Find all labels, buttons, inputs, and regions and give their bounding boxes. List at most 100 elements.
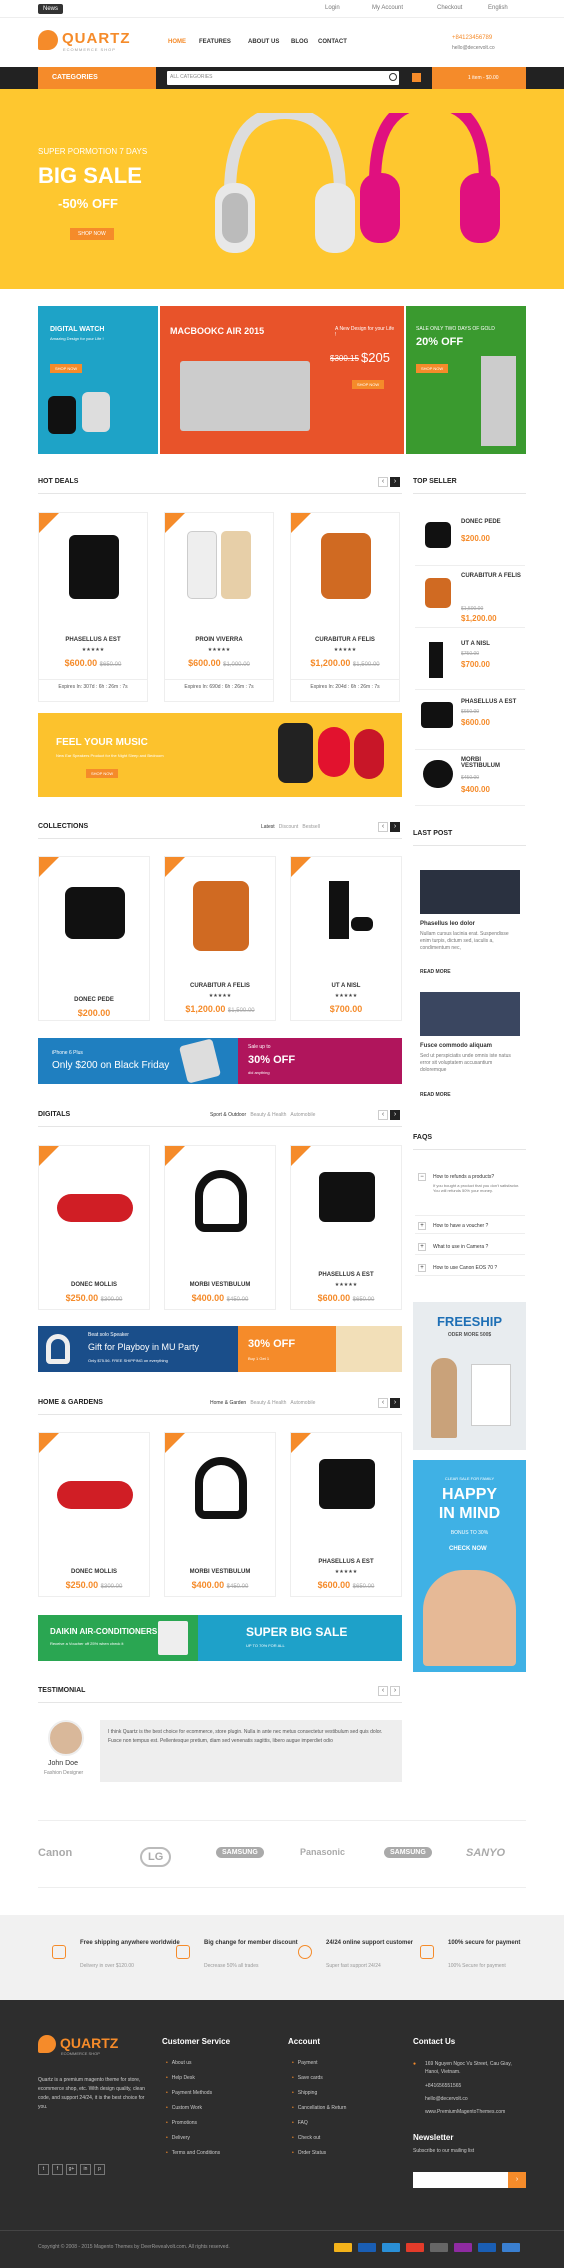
footer-link[interactable]: Payment Methods bbox=[166, 2090, 212, 2096]
my-account-link[interactable]: My Account bbox=[372, 5, 403, 11]
top-seller-item[interactable]: UT A NISL $750.00 $700.00 bbox=[415, 636, 525, 690]
product-name[interactable]: PHASELLUS A EST bbox=[291, 1559, 401, 1565]
tab-auto[interactable]: Automobile bbox=[290, 1400, 315, 1406]
tab-bestsell[interactable]: Bestsell bbox=[302, 824, 320, 830]
product-card[interactable]: DONEC MOLLIS $250.00 $300.00 bbox=[38, 1432, 150, 1597]
faq-item[interactable]: + What to use in Camera ? bbox=[415, 1240, 525, 1255]
footer-link[interactable]: Cancellation & Return bbox=[292, 2105, 347, 2111]
post-image[interactable] bbox=[420, 870, 520, 914]
newsletter-input[interactable] bbox=[413, 2172, 508, 2188]
faq-question[interactable]: What to use in Camera ? bbox=[433, 1244, 488, 1250]
collapse-icon[interactable]: − bbox=[418, 1173, 426, 1181]
product-card[interactable]: DONEC PEDE $200.00 bbox=[38, 856, 150, 1021]
product-card[interactable]: CURABITUR A FELIS ★★★★★ $1,200.00 $1,500… bbox=[290, 512, 400, 702]
product-name[interactable]: MORBI VESTIBULUM bbox=[165, 1282, 275, 1288]
brand-logo[interactable]: SAMSUNG bbox=[216, 1847, 264, 1858]
nav-about-us[interactable]: ABOUT US bbox=[248, 39, 279, 45]
tab-discount[interactable]: Discount bbox=[279, 824, 298, 830]
promo-button[interactable]: SHOP NOW bbox=[50, 364, 83, 373]
linkedin-icon[interactable]: in bbox=[80, 2164, 91, 2175]
product-card[interactable]: CURABITUR A FELIS ★★★★★ $1,200.00 $1,500… bbox=[164, 856, 276, 1021]
tab-latest[interactable]: Latest bbox=[261, 824, 275, 830]
compare-icon[interactable] bbox=[412, 73, 421, 82]
product-card[interactable]: MORBI VESTIBULUM $400.00 $450.00 bbox=[164, 1432, 276, 1597]
footer-logo[interactable]: QUARTZ bbox=[60, 2035, 118, 2051]
faq-question[interactable]: How to refunds a products? bbox=[433, 1174, 525, 1180]
product-name[interactable]: PHASELLUS A EST bbox=[461, 699, 521, 705]
faq-question[interactable]: How to use Canon EOS 70 ? bbox=[433, 1265, 497, 1271]
post-title[interactable]: Phasellus leo dolor bbox=[420, 921, 475, 927]
next-arrow[interactable]: › bbox=[390, 1110, 400, 1120]
freeship-banner[interactable]: FREESHIP ODER MORE 500$ bbox=[413, 1302, 526, 1450]
footer-link[interactable]: Promotions bbox=[166, 2120, 197, 2126]
hero-shop-button[interactable]: SHOP NOW bbox=[70, 228, 114, 240]
cart-button[interactable]: 1 item - $0.00 bbox=[432, 67, 526, 89]
product-card[interactable]: PHASELLUS A EST ★★★★★ $600.00 $650.00 Ex… bbox=[38, 512, 148, 702]
read-more-link[interactable]: READ MORE bbox=[420, 969, 451, 975]
post-image[interactable] bbox=[420, 992, 520, 1036]
product-name[interactable]: DONEC MOLLIS bbox=[39, 1569, 149, 1575]
footer-link[interactable]: FAQ bbox=[292, 2120, 308, 2126]
nav-contact[interactable]: CONTACT bbox=[318, 39, 347, 45]
next-arrow[interactable]: › bbox=[390, 477, 400, 487]
expand-icon[interactable]: + bbox=[418, 1222, 426, 1230]
brand-logo[interactable]: SANYO bbox=[466, 1847, 505, 1859]
promo-macbook[interactable]: MACBOOKC AIR 2015 A New Design for your … bbox=[160, 306, 404, 454]
tab-beauty[interactable]: Beauty & Health bbox=[250, 1400, 286, 1406]
login-link[interactable]: Login bbox=[325, 5, 340, 11]
footer-link[interactable]: Help Desk bbox=[166, 2075, 195, 2081]
tab-home[interactable]: Home & Garden bbox=[210, 1400, 246, 1406]
product-card[interactable]: UT A NISL ★★★★★ $700.00 bbox=[290, 856, 402, 1021]
next-arrow[interactable]: › bbox=[390, 822, 400, 832]
product-card[interactable]: PHASELLUS A EST ★★★★★ $600.00 $650.00 bbox=[290, 1432, 402, 1597]
prev-arrow[interactable]: ‹ bbox=[378, 1686, 388, 1696]
language-select[interactable]: English bbox=[488, 5, 508, 11]
checkout-link[interactable]: Checkout bbox=[437, 5, 462, 11]
footer-link[interactable]: Custom Work bbox=[166, 2105, 202, 2111]
tab-beauty[interactable]: Beauty & Health bbox=[250, 1112, 286, 1118]
prev-arrow[interactable]: ‹ bbox=[378, 477, 388, 487]
tab-sport[interactable]: Sport & Outdoor bbox=[210, 1112, 246, 1118]
promo-gold[interactable]: SALE ONLY TWO DAYS OF GOLD 20% OFF SHOP … bbox=[406, 306, 526, 454]
footer-link[interactable]: Save cards bbox=[292, 2075, 323, 2081]
twitter-icon[interactable]: t bbox=[38, 2164, 49, 2175]
product-name[interactable]: CURABITUR A FELIS bbox=[291, 637, 399, 643]
nav-home[interactable]: HOME bbox=[168, 39, 186, 45]
footer-link[interactable]: Payment bbox=[292, 2060, 318, 2066]
product-card[interactable]: MORBI VESTIBULUM $400.00 $450.00 bbox=[164, 1145, 276, 1310]
footer-email[interactable]: hello@decervolt.co bbox=[425, 2096, 468, 2102]
faq-question[interactable]: How to have a voucher ? bbox=[433, 1223, 488, 1229]
product-card[interactable]: DONEC MOLLIS $250.00 $300.00 bbox=[38, 1145, 150, 1310]
faq-item[interactable]: − How to refunds a products? If you bought… bbox=[415, 1170, 525, 1216]
daikin-banner[interactable]: DAIKIN AIR-CONDITIONERS Receive a Vouche… bbox=[38, 1615, 402, 1661]
brand-logo[interactable]: Canon bbox=[38, 1847, 72, 1859]
pinterest-icon[interactable]: p bbox=[94, 2164, 105, 2175]
expand-icon[interactable]: + bbox=[418, 1243, 426, 1251]
banner-button[interactable]: SHOP NOW bbox=[86, 769, 119, 778]
product-name[interactable]: UT A NISL bbox=[291, 983, 401, 989]
brand-logo[interactable]: SAMSUNG bbox=[384, 1847, 432, 1858]
header-email[interactable]: hello@decervolt.co bbox=[452, 45, 495, 51]
product-name[interactable]: PHASELLUS A EST bbox=[39, 637, 147, 643]
product-name[interactable]: PROIN VIVERRA bbox=[165, 637, 273, 643]
brand-logo[interactable]: LG bbox=[140, 1847, 172, 1867]
product-name[interactable]: UT A NISL bbox=[461, 641, 521, 647]
happy-button[interactable]: CHECK NOW bbox=[449, 1546, 487, 1552]
category-select[interactable]: ALL CATEGORIES bbox=[170, 74, 213, 80]
footer-link[interactable]: Order Status bbox=[292, 2150, 326, 2156]
expand-icon[interactable]: + bbox=[418, 1264, 426, 1272]
product-name[interactable]: MORBI VESTIBULUM bbox=[165, 1569, 275, 1575]
top-seller-item[interactable]: MORBI VESTIBULUM $450.00 $400.00 bbox=[415, 752, 525, 806]
footer-link[interactable]: Delivery bbox=[166, 2135, 190, 2141]
top-seller-item[interactable]: PHASELLUS A EST $650.00 $600.00 bbox=[415, 694, 525, 750]
product-name[interactable]: CURABITUR A FELIS bbox=[461, 573, 521, 579]
product-card[interactable]: PROIN VIVERRA ★★★★★ $600.00 $1,000.00 Ex… bbox=[164, 512, 274, 702]
brand-logo[interactable]: Panasonic bbox=[300, 1847, 345, 1857]
iphone-banner[interactable]: iPhone 6 Plus Only $200 on Black Friday … bbox=[38, 1038, 402, 1084]
product-name[interactable]: DONEC MOLLIS bbox=[39, 1282, 149, 1288]
product-name[interactable]: CURABITUR A FELIS bbox=[165, 983, 275, 989]
footer-link[interactable]: Shipping bbox=[292, 2090, 317, 2096]
next-arrow[interactable]: › bbox=[390, 1398, 400, 1408]
logo[interactable]: QUARTZ bbox=[62, 30, 131, 47]
faq-item[interactable]: + How to have a voucher ? bbox=[415, 1219, 525, 1234]
